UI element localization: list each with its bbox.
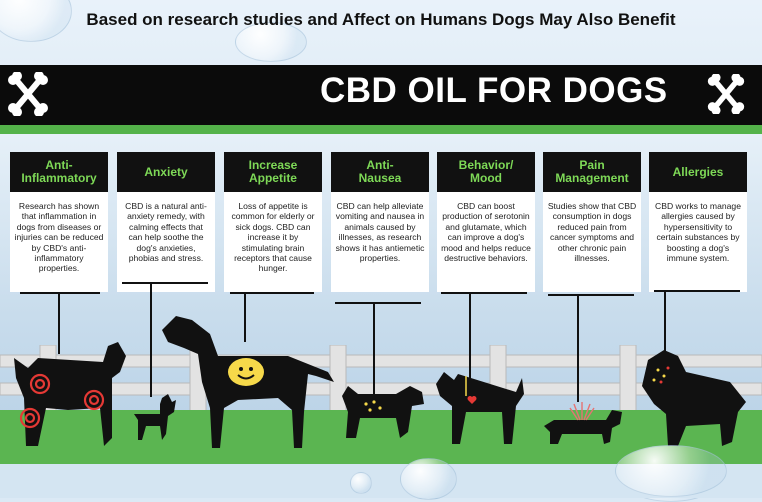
- post-caption: Based on research studies and Affect on …: [86, 10, 676, 29]
- bone-icon: [707, 74, 745, 114]
- pointer-line: [122, 282, 208, 284]
- benefit-text: Loss of appetite is common for elderly o…: [224, 192, 322, 292]
- pointer-line: [577, 294, 579, 402]
- benefit-text: CBD is a natural anti-anxiety remedy, wi…: [117, 192, 215, 292]
- benefit-title: Increase Appetite: [224, 152, 322, 192]
- benefit-text: Studies show that CBD consumption in dog…: [543, 192, 641, 292]
- pointer-line: [230, 292, 314, 294]
- pointer-line: [20, 292, 100, 294]
- benefit-title: Anti- Inflammatory: [10, 152, 108, 192]
- great-dane-dog-illustration: [162, 316, 334, 448]
- pointer-line: [654, 290, 740, 292]
- dachshund-dog-illustration: [342, 386, 424, 438]
- water-drop: [400, 458, 457, 500]
- benefit-title: Behavior/ Mood: [437, 152, 535, 192]
- benefit-text: CBD can help alleviate vomiting and naus…: [331, 192, 429, 292]
- water-drop: [350, 472, 372, 494]
- sausage-dog-illustration: [544, 402, 622, 444]
- collie-dog-illustration: [642, 350, 746, 446]
- benefit-text: Research has shown that inflammation in …: [10, 192, 108, 292]
- bone-icon: [8, 72, 48, 116]
- benefit-text: CBD works to manage allergies caused by …: [649, 192, 747, 292]
- terrier-dog-illustration: [14, 342, 126, 446]
- water-drop: [615, 445, 727, 497]
- benefit-text: CBD can boost production of serotonin an…: [437, 192, 535, 292]
- benefit-title: Anxiety: [117, 152, 215, 192]
- benefit-title: Allergies: [649, 152, 747, 192]
- banner-title: CBD OIL FOR DOGS: [320, 71, 668, 110]
- benefit-title: Anti- Nausea: [331, 152, 429, 192]
- pointer-line: [664, 290, 666, 355]
- hound-dog-illustration: [436, 372, 524, 444]
- pointer-line: [548, 294, 634, 296]
- benefit-title: Pain Management: [543, 152, 641, 192]
- pointer-line: [150, 282, 152, 397]
- pointer-line: [335, 302, 421, 304]
- pointer-line: [441, 292, 527, 294]
- accent-bar: [0, 125, 762, 134]
